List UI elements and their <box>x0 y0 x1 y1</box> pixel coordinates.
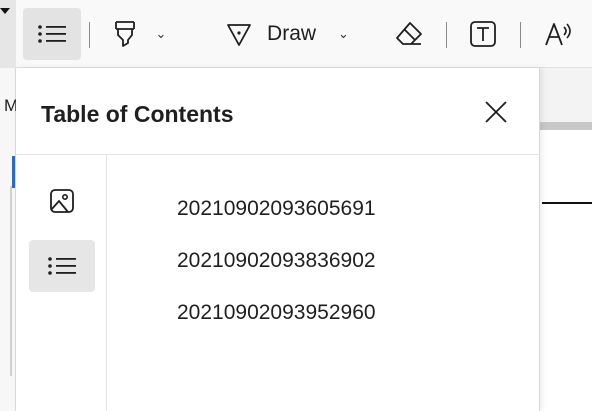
read-aloud-icon <box>545 23 571 46</box>
toolbar-separator <box>446 22 447 48</box>
add-text-button[interactable] <box>462 8 504 60</box>
eraser-icon <box>396 22 422 45</box>
close-button[interactable] <box>478 94 514 130</box>
outline-tab[interactable] <box>29 240 95 292</box>
read-aloud-button[interactable] <box>536 8 582 60</box>
toc-entry[interactable]: 20210902093952960 <box>177 298 376 350</box>
pdf-toolbar: ⌄ Draw ⌄ <box>16 0 592 68</box>
highlighter-icon <box>114 21 135 47</box>
toc-entry[interactable]: 20210902093836902 <box>177 246 376 298</box>
panel-title: Table of Contents <box>41 101 234 127</box>
chevron-down-icon[interactable]: ⌄ <box>338 26 349 42</box>
highlight-button[interactable]: ⌄ <box>102 8 176 60</box>
chevron-down-icon[interactable]: ⌄ <box>156 26 167 42</box>
table-of-contents-panel: Table of Contents 20210902093605691 2021… <box>16 68 540 411</box>
corner-marker-icon <box>0 8 10 14</box>
image-icon <box>50 189 74 213</box>
text-box-icon <box>470 21 496 47</box>
panel-header: Table of Contents <box>16 68 540 155</box>
toc-entry-list: 20210902093605691 20210902093836902 2021… <box>177 194 376 350</box>
draw-label: Draw <box>267 22 317 45</box>
document-page[interactable] <box>540 122 592 411</box>
draw-button[interactable]: Draw ⌄ <box>212 8 362 60</box>
left-divider <box>10 186 12 376</box>
erase-button[interactable] <box>388 8 430 60</box>
toolbar-separator <box>520 22 521 48</box>
document-left-edge: M <box>0 68 18 411</box>
thumbnails-tab[interactable] <box>29 175 95 227</box>
panel-side-rail <box>16 155 107 411</box>
table-of-contents-button[interactable] <box>23 8 81 60</box>
ink-stroke <box>542 202 592 204</box>
toc-entry[interactable]: 20210902093605691 <box>177 194 376 246</box>
pen-icon <box>227 24 251 46</box>
list-icon <box>48 257 76 275</box>
toolbar-separator <box>89 22 90 48</box>
list-icon <box>38 25 66 43</box>
selection-indicator <box>12 156 15 188</box>
close-icon <box>485 101 507 123</box>
